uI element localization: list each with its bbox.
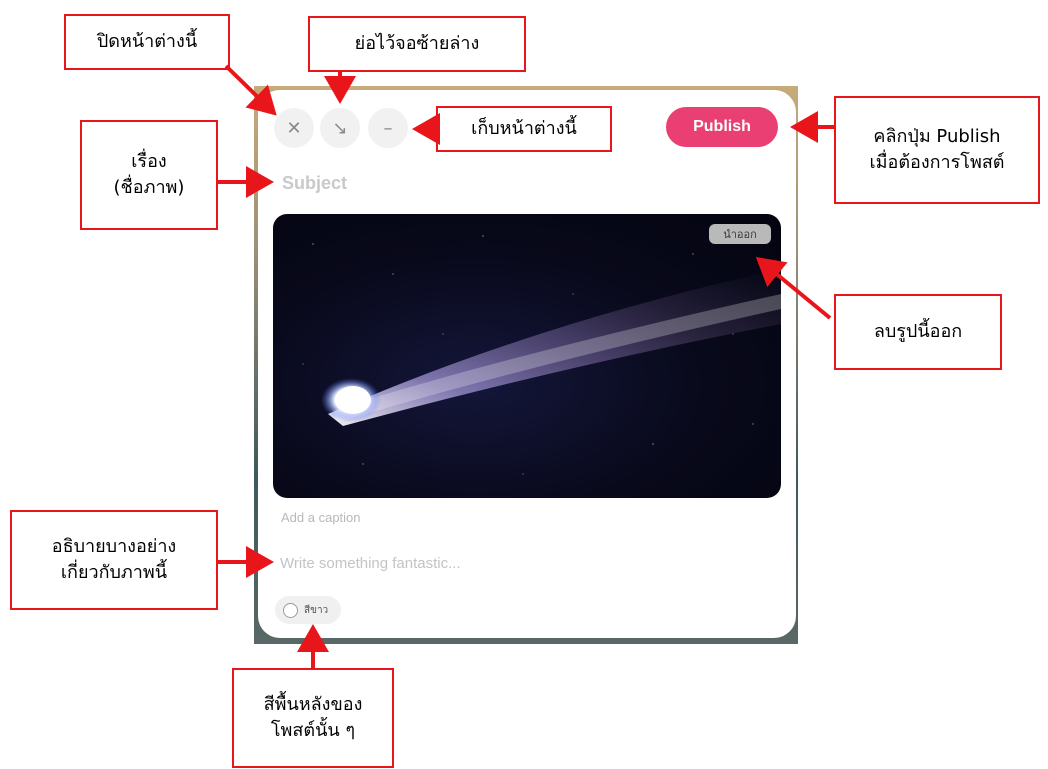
arrow-remove-image bbox=[755, 256, 832, 320]
annotation-arrows bbox=[218, 64, 834, 668]
arrow-close bbox=[224, 64, 277, 116]
